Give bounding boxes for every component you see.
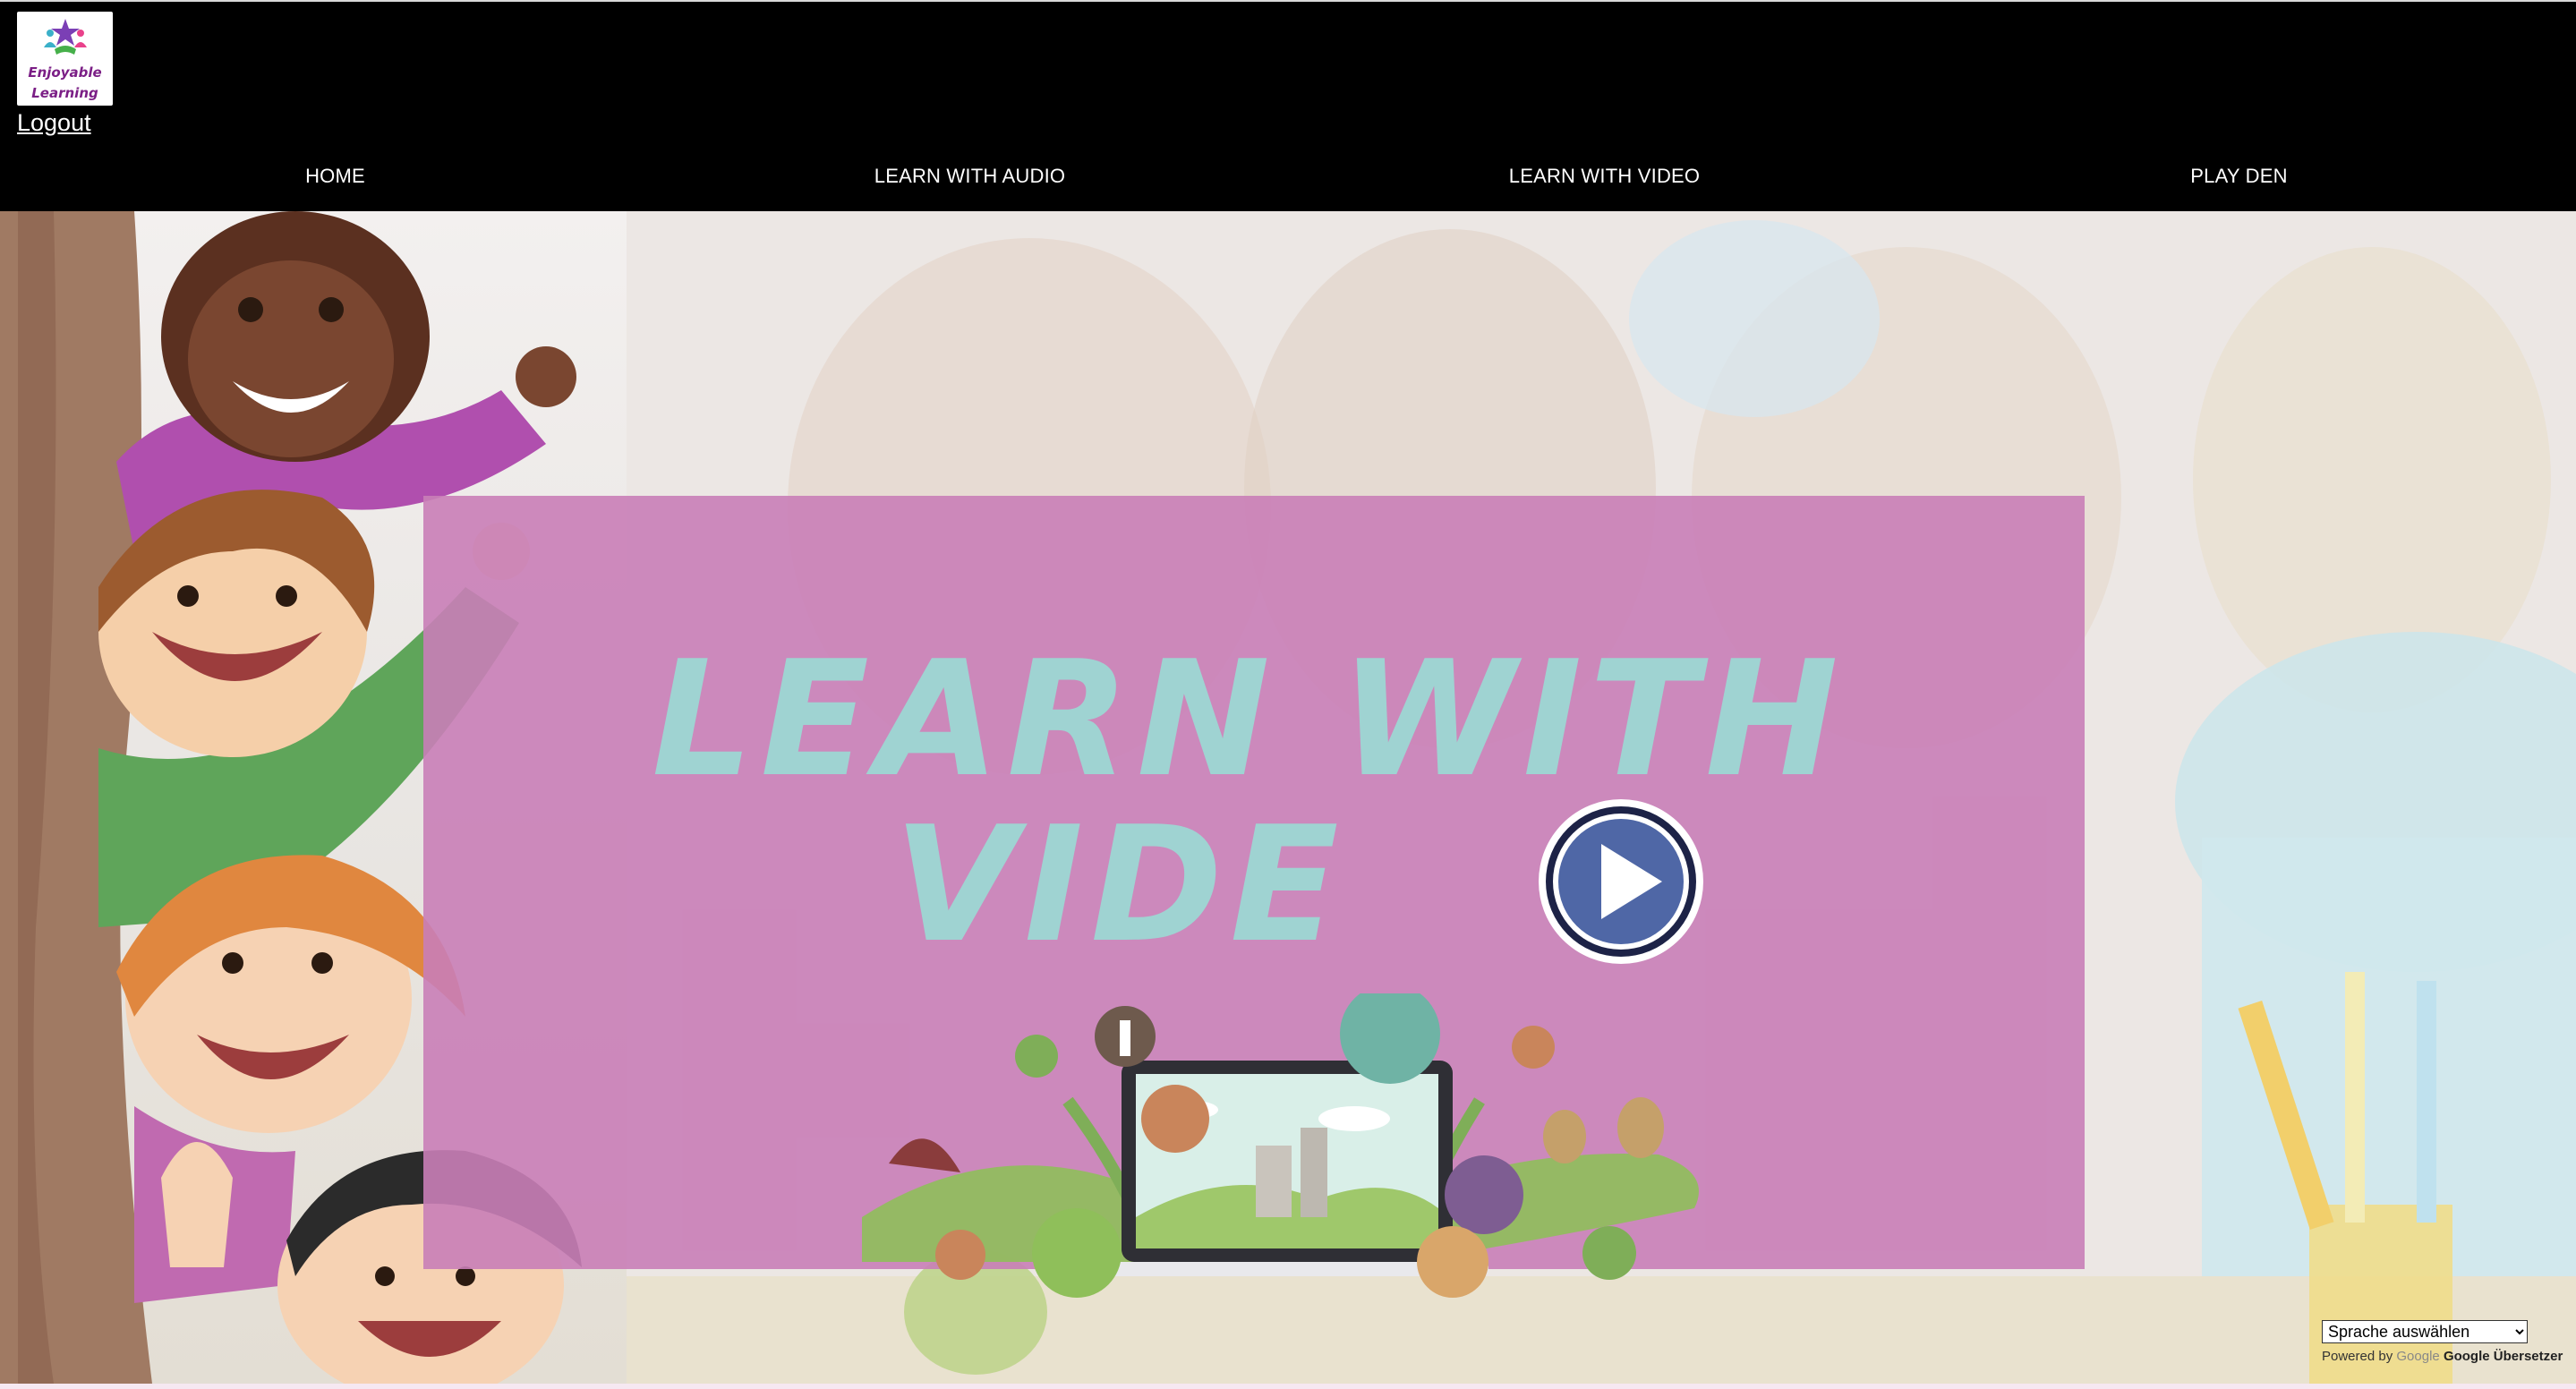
top-border bbox=[0, 0, 2576, 2]
nav-play-den[interactable]: PLAY DEN bbox=[1917, 163, 2561, 190]
bottom-strip bbox=[0, 1384, 2576, 1389]
logo-text-line2: Learning bbox=[31, 85, 98, 101]
powered-by-line: Powered by Google Google Übersetzer bbox=[2322, 1349, 2563, 1364]
travel-laptop-illustration bbox=[862, 993, 1699, 1298]
google-translator-link[interactable]: Google Übersetzer bbox=[2444, 1349, 2563, 1364]
nav-home[interactable]: HOME bbox=[13, 163, 657, 190]
logout-link[interactable]: Logout bbox=[17, 109, 91, 136]
google-logo-text: Google bbox=[2396, 1349, 2440, 1364]
google-translate-widget: Sprache auswählen Powered by Google Goog… bbox=[2322, 1320, 2563, 1364]
logo-text-line1: Enjoyable bbox=[28, 64, 102, 81]
hero-section: LEARN WITH VIDE Sprache auswählen Powere… bbox=[0, 211, 2576, 1384]
people-star-icon bbox=[44, 19, 87, 55]
powered-by-text: Powered by bbox=[2322, 1349, 2393, 1364]
nav-learn-with-audio[interactable]: LEARN WITH AUDIO bbox=[648, 163, 1292, 190]
main-nav: HOME LEARN WITH AUDIO LEARN WITH VIDEO P… bbox=[0, 163, 2576, 190]
site-header: Enjoyable Learning Logout HOME LEARN WIT… bbox=[0, 0, 2576, 211]
nav-learn-with-video[interactable]: LEARN WITH VIDEO bbox=[1283, 163, 1926, 190]
language-select[interactable]: Sprache auswählen bbox=[2322, 1320, 2528, 1343]
play-button[interactable] bbox=[1537, 797, 1705, 966]
banner-title-line1: LEARN WITH bbox=[652, 626, 1846, 812]
logo[interactable]: Enjoyable Learning bbox=[17, 12, 113, 106]
